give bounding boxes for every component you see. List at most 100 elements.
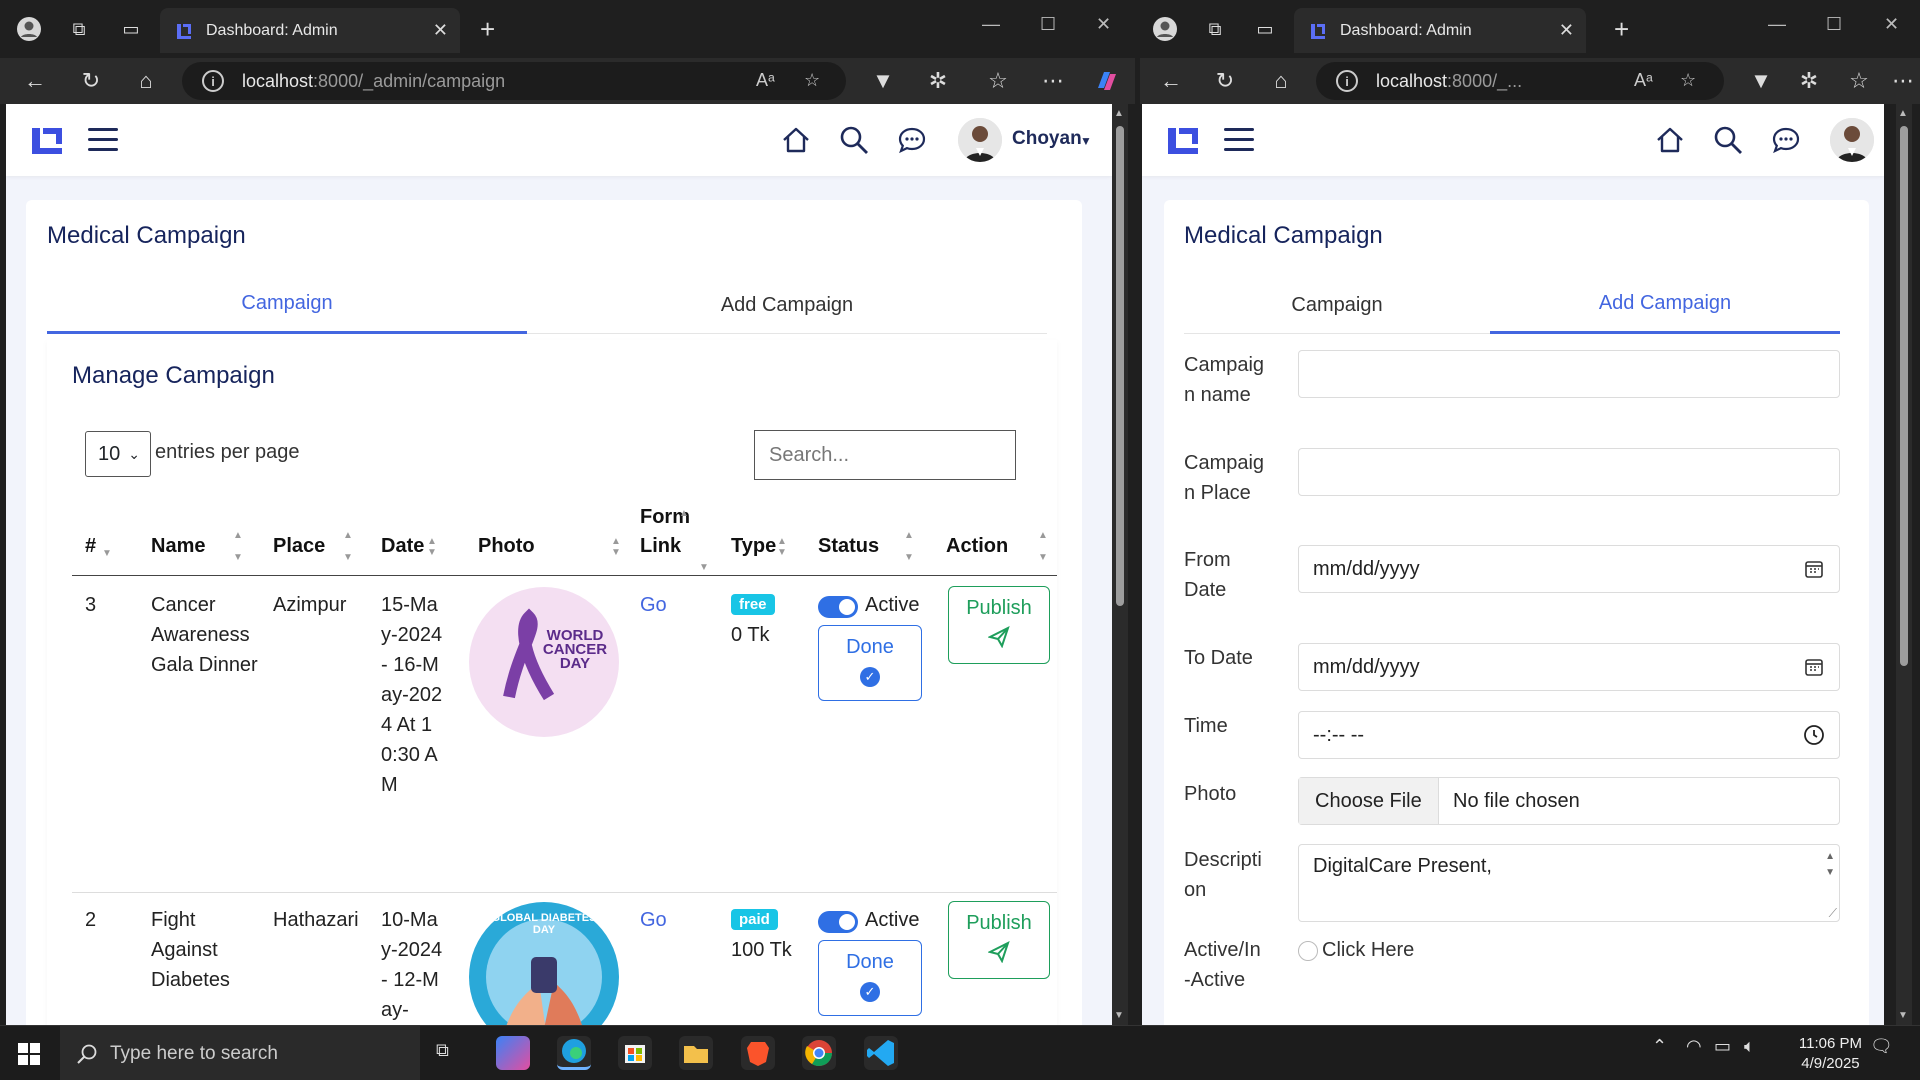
favorite-star-icon[interactable]: ☆	[1680, 70, 1696, 91]
new-tab-button[interactable]: +	[1614, 14, 1629, 45]
network-icon[interactable]: ◠	[1686, 1036, 1702, 1057]
copilot-icon[interactable]	[1094, 68, 1120, 100]
workspaces-icon[interactable]: ⧉	[66, 16, 92, 42]
maximize-icon[interactable]: ☐	[1826, 14, 1842, 35]
user-dropdown-caret-icon[interactable]: ▼	[1080, 134, 1092, 148]
form-link[interactable]: Go	[640, 590, 667, 620]
start-windows-icon[interactable]	[18, 1043, 40, 1065]
col-header-status[interactable]: Status	[818, 532, 879, 561]
textarea-scroll-arrows-icon[interactable]: ▲ ▼	[1825, 849, 1835, 881]
done-button[interactable]: Done ✓	[818, 625, 922, 701]
col-header-action[interactable]: Action	[946, 532, 1008, 561]
publish-button[interactable]: Publish	[948, 901, 1050, 979]
scroll-thumb[interactable]	[1116, 126, 1124, 606]
favorites-icon[interactable]: ☆	[1846, 68, 1872, 94]
description-textarea[interactable]: DigitalCare Present, ▲ ▼ ⟋	[1298, 844, 1840, 922]
copilot-app-icon[interactable]	[496, 1036, 530, 1070]
time-input[interactable]: --:-- --	[1298, 711, 1840, 759]
taskbar-search-input[interactable]: Type here to search	[60, 1026, 420, 1080]
search-icon[interactable]	[838, 124, 870, 156]
browser-tab-active[interactable]: Dashboard: Admin ✕	[1294, 8, 1586, 53]
entries-per-page-select[interactable]: 10 ⌄	[85, 431, 151, 477]
resize-handle-icon[interactable]: ⟋	[1829, 906, 1837, 921]
close-window-icon[interactable]: ✕	[1096, 14, 1111, 35]
home-icon[interactable]: ⌂	[133, 68, 159, 94]
profile-icon[interactable]	[16, 16, 42, 42]
scroll-down-icon[interactable]: ▼	[1114, 1010, 1124, 1021]
more-menu-icon[interactable]: ⋯	[1890, 68, 1916, 94]
read-aloud-icon[interactable]: Aᵃ	[756, 70, 775, 91]
favorites-icon[interactable]: ☆	[985, 68, 1011, 94]
refresh-icon[interactable]: ↻	[1212, 68, 1238, 94]
clock-icon[interactable]	[1803, 724, 1825, 746]
menu-toggle-icon[interactable]	[88, 128, 118, 158]
brave-browser-icon[interactable]	[741, 1036, 775, 1070]
choose-file-button[interactable]: Choose File	[1299, 778, 1439, 824]
new-tab-button[interactable]: +	[480, 14, 495, 45]
battery-icon[interactable]: ▭	[1714, 1036, 1731, 1057]
campaign-place-input[interactable]	[1298, 448, 1840, 496]
tab-actions-icon[interactable]: ▭	[118, 16, 144, 42]
tab-campaign[interactable]: Campaign	[1184, 276, 1490, 334]
col-header-place[interactable]: Place	[273, 532, 325, 561]
app-logo-icon[interactable]	[30, 124, 64, 158]
sort-icon[interactable]: ▲	[679, 508, 689, 519]
right-scrollbar[interactable]: ▲ ▼	[1896, 104, 1912, 1025]
notifications-icon[interactable]: 🗨︎	[1870, 1036, 1893, 1057]
done-button[interactable]: Done ✓	[818, 940, 922, 1016]
scroll-up-icon[interactable]: ▲	[1114, 108, 1124, 119]
sort-icon[interactable]: ▲ ▼	[343, 530, 353, 563]
file-explorer-icon[interactable]	[679, 1036, 713, 1070]
avatar[interactable]	[958, 118, 1002, 162]
tab-campaign[interactable]: Campaign	[47, 276, 527, 334]
close-window-icon[interactable]: ✕	[1884, 14, 1899, 35]
home-icon[interactable]	[780, 124, 812, 156]
from-date-input[interactable]: mm/dd/yyyy	[1298, 545, 1840, 593]
col-header-form-link[interactable]: Form Link	[640, 503, 700, 561]
sort-icon[interactable]: ▲ ▼	[777, 536, 787, 558]
photo-file-input[interactable]: Choose File No file chosen	[1298, 777, 1840, 825]
tab-add-campaign[interactable]: Add Campaign	[1490, 276, 1840, 334]
minimize-icon[interactable]: —	[1768, 14, 1786, 35]
col-header-num[interactable]: #	[85, 532, 96, 561]
scroll-thumb[interactable]	[1900, 126, 1908, 666]
search-input[interactable]: Search...	[754, 430, 1016, 480]
extension-v-icon[interactable]: ▼	[1748, 68, 1774, 94]
menu-toggle-icon[interactable]	[1224, 128, 1254, 158]
tab-close-icon[interactable]: ✕	[433, 20, 448, 41]
refresh-icon[interactable]: ↻	[78, 68, 104, 94]
left-scrollbar[interactable]: ▲ ▼	[1112, 104, 1128, 1025]
sort-icon[interactable]: ▼	[699, 562, 709, 573]
sort-icon[interactable]: ▲ ▼	[427, 536, 437, 558]
home-icon[interactable]: ⌂	[1268, 68, 1294, 94]
address-bar[interactable]: i localhost:8000/_admin/campaign Aᵃ ☆	[182, 62, 846, 100]
vscode-app-icon[interactable]	[864, 1036, 898, 1070]
search-icon[interactable]	[1712, 124, 1744, 156]
back-icon[interactable]: ←	[1158, 68, 1184, 94]
scroll-down-icon[interactable]: ▼	[1898, 1010, 1908, 1021]
site-info-icon[interactable]: i	[1336, 70, 1358, 92]
active-radio[interactable]	[1298, 941, 1318, 961]
back-icon[interactable]: ←	[22, 68, 48, 94]
tab-close-icon[interactable]: ✕	[1559, 20, 1574, 41]
col-header-name[interactable]: Name	[151, 532, 205, 561]
profile-icon[interactable]	[1152, 16, 1178, 42]
calendar-icon[interactable]	[1803, 558, 1825, 580]
sort-icon[interactable]: ▲ ▼	[233, 530, 243, 563]
site-info-icon[interactable]: i	[202, 70, 224, 92]
maximize-icon[interactable]: ☐	[1040, 14, 1056, 35]
publish-button[interactable]: Publish	[948, 586, 1050, 664]
chat-icon[interactable]	[1770, 124, 1802, 156]
edge-app-icon[interactable]	[557, 1036, 591, 1070]
store-app-icon[interactable]	[618, 1036, 652, 1070]
calendar-icon[interactable]	[1803, 656, 1825, 678]
taskbar-clock[interactable]: 11:06 PM 4/9/2025	[1799, 1034, 1862, 1074]
col-header-date[interactable]: Date	[381, 532, 424, 561]
chat-icon[interactable]	[896, 124, 928, 156]
workspaces-icon[interactable]: ⧉	[1202, 16, 1228, 42]
chrome-browser-icon[interactable]	[802, 1036, 836, 1070]
avatar[interactable]	[1830, 118, 1874, 162]
user-name[interactable]: Choyan	[1012, 128, 1082, 150]
campaign-name-input[interactable]	[1298, 350, 1840, 398]
sort-icon[interactable]: ▼	[102, 548, 112, 559]
